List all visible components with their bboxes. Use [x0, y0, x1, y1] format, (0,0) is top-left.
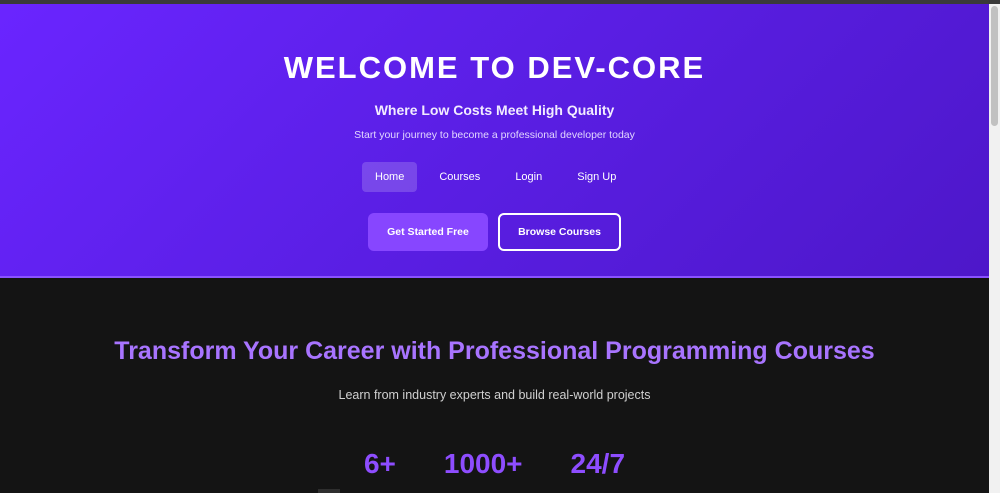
nav-login[interactable]: Login: [502, 162, 555, 192]
section-description: Learn from industry experts and build re…: [338, 388, 651, 402]
hero-section: WELCOME TO DEV-CORE Where Low Costs Meet…: [0, 4, 989, 278]
career-section: Transform Your Career with Professional …: [0, 280, 989, 493]
browse-courses-button[interactable]: Browse Courses: [498, 213, 621, 251]
bottom-scroll-marker: [318, 489, 340, 493]
nav-courses[interactable]: Courses: [426, 162, 493, 192]
section-title: Transform Your Career with Professional …: [114, 337, 875, 365]
hero-title: WELCOME TO DEV-CORE: [283, 50, 706, 85]
vertical-scrollbar[interactable]: [989, 4, 1000, 493]
main-nav: Home Courses Login Sign Up: [362, 162, 629, 192]
nav-sign-up[interactable]: Sign Up: [564, 162, 629, 192]
nav-home[interactable]: Home: [362, 162, 418, 192]
get-started-button[interactable]: Get Started Free: [368, 213, 488, 251]
stats-row: 6+ 1000+ 24/7: [0, 448, 989, 480]
hero-subtitle: Where Low Costs Meet High Quality: [374, 102, 615, 118]
scrollbar-thumb[interactable]: [991, 6, 998, 126]
stat-courses: 6+: [363, 448, 396, 479]
stat-support: 24/7: [570, 448, 626, 479]
stat-students: 1000+: [443, 448, 523, 479]
browser-viewport: WELCOME TO DEV-CORE Where Low Costs Meet…: [0, 0, 1000, 493]
hero-tagline: Start your journey to become a professio…: [354, 129, 635, 141]
